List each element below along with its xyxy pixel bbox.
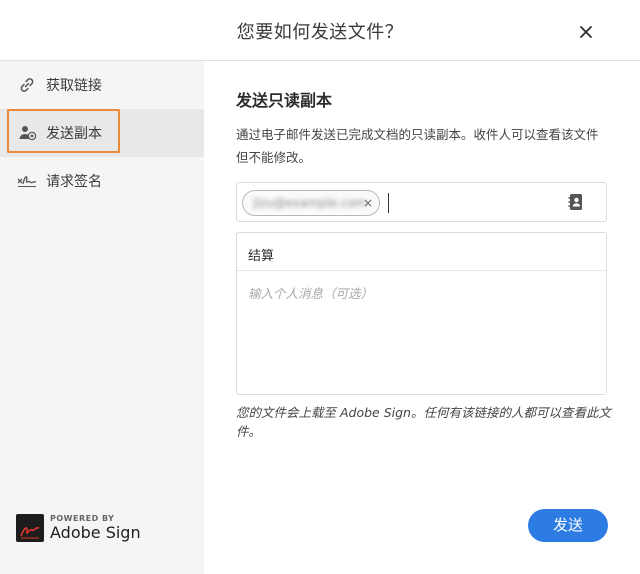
sidebar-item-label: 请求签名 bbox=[46, 174, 102, 190]
text-caret bbox=[388, 193, 389, 213]
brand-name: Adobe Sign bbox=[50, 523, 141, 542]
subject-text: 结算 bbox=[248, 249, 275, 264]
sidebar-item-label: 获取链接 bbox=[46, 78, 102, 94]
section-title: 发送只读副本 bbox=[236, 91, 333, 110]
section-description: 通过电子邮件发送已完成文档的只读副本。收件人可以查看该文件但不能修改。 bbox=[236, 127, 599, 165]
remove-recipient-icon[interactable]: × bbox=[363, 196, 373, 210]
adobe-sign-brand: POWERED BY Adobe Sign bbox=[16, 511, 166, 547]
main-panel: 发送只读副本 通过电子邮件发送已完成文档的只读副本。收件人可以查看该文件但不能修… bbox=[204, 61, 640, 574]
powered-by-label: POWERED BY bbox=[50, 514, 115, 523]
recipient-field[interactable]: jlzu@example.com × bbox=[236, 182, 607, 222]
message-composer: 结算 输入个人消息（可选） bbox=[236, 232, 607, 395]
link-icon bbox=[17, 75, 37, 95]
subject-field[interactable]: 结算 bbox=[237, 233, 606, 271]
recipient-chip[interactable]: jlzu@example.com × bbox=[242, 190, 380, 216]
close-icon bbox=[580, 26, 592, 38]
send-button[interactable]: 发送 bbox=[528, 509, 608, 542]
active-item-highlight bbox=[7, 109, 120, 153]
recipient-email: jlzu@example.com bbox=[253, 196, 367, 210]
sidebar-item-get-link[interactable]: 获取链接 bbox=[0, 61, 204, 109]
upload-notice: 您的文件会上载至 Adobe Sign。任何有该链接的人都可以查看此文件。 bbox=[236, 405, 611, 439]
signature-icon bbox=[17, 171, 37, 191]
sidebar-item-request-signature[interactable]: 请求签名 bbox=[0, 157, 204, 205]
dialog-title: 您要如何发送文件？ bbox=[236, 22, 404, 43]
message-input[interactable]: 输入个人消息（可选） bbox=[248, 283, 373, 302]
dialog-header: 您要如何发送文件？ bbox=[0, 0, 640, 61]
adobe-sign-logo bbox=[16, 514, 44, 542]
address-book-icon[interactable] bbox=[568, 193, 584, 211]
close-button[interactable] bbox=[574, 20, 598, 44]
send-file-dialog: 您要如何发送文件？ 获取链接 发送副本 请求签名 POWERED BY Adob… bbox=[0, 0, 640, 574]
sidebar: 获取链接 发送副本 请求签名 POWERED BY Adobe Sign bbox=[0, 61, 204, 574]
